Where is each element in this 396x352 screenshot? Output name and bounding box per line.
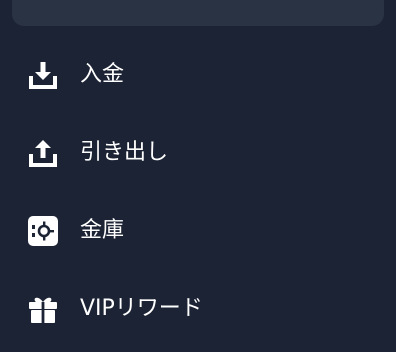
menu-item-deposit[interactable]: 入金: [0, 36, 396, 114]
gift-icon: [27, 293, 59, 325]
vault-icon: [27, 215, 59, 247]
menu-item-label: 入金: [80, 62, 125, 87]
menu-list: 入金 引き出し 金庫 VIPリワード: [0, 36, 396, 348]
deposit-icon: [27, 59, 59, 91]
menu-item-vip-rewards[interactable]: VIPリワード: [0, 270, 396, 348]
side-menu-panel: 入金 引き出し 金庫 VIPリワード: [0, 0, 396, 352]
withdraw-icon: [27, 137, 59, 169]
top-card[interactable]: [12, 0, 384, 26]
menu-item-label: 金庫: [80, 218, 125, 243]
menu-item-label: 引き出し: [80, 140, 169, 165]
menu-item-vault[interactable]: 金庫: [0, 192, 396, 270]
menu-item-withdraw[interactable]: 引き出し: [0, 114, 396, 192]
menu-item-label: VIPリワード: [80, 296, 203, 321]
